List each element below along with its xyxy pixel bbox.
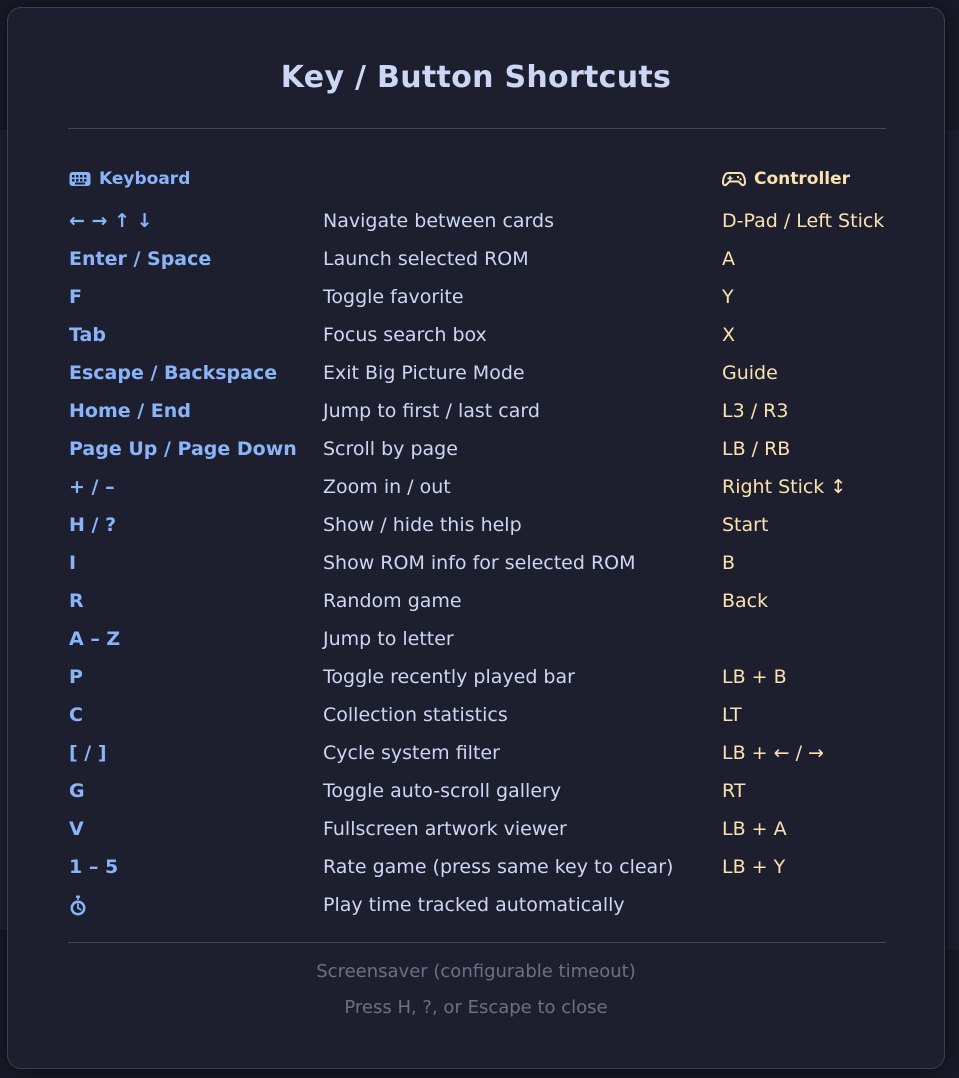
shortcut-key: I: [69, 552, 77, 574]
controller-binding: Back: [722, 590, 769, 612]
shortcut-description: Show / hide this help: [323, 514, 522, 536]
shortcut-key: G: [69, 780, 85, 802]
shortcut-description: Collection statistics: [323, 704, 508, 726]
title-divider: [68, 128, 886, 129]
shortcut-key: R: [69, 590, 84, 612]
footer-divider: [68, 942, 886, 943]
shortcut-description: Zoom in / out: [323, 476, 451, 498]
shortcut-row: H / ? Show / hide this help Start: [8, 508, 944, 546]
background-page-edge-right: [947, 130, 959, 950]
shortcut-row: 1 – 5 Rate game (press same key to clear)…: [8, 850, 944, 888]
shortcut-row: I Show ROM info for selected ROM B: [8, 546, 944, 584]
controller-binding: RT: [722, 780, 746, 802]
shortcut-description: Launch selected ROM: [323, 248, 529, 270]
shortcut-key: + / –: [69, 476, 115, 498]
shortcut-key: P: [69, 666, 83, 688]
shortcut-key: Home / End: [69, 400, 191, 422]
shortcut-row: Home / End Jump to first / last card L3 / …: [8, 394, 944, 432]
controller-column-label: Controller: [754, 169, 851, 189]
shortcut-description: Jump to first / last card: [323, 400, 540, 422]
shortcut-row: + / – Zoom in / out Right Stick ↕: [8, 470, 944, 508]
shortcut-row: V Fullscreen artwork viewer LB + A: [8, 812, 944, 850]
shortcut-key: Escape / Backspace: [69, 362, 278, 384]
shortcut-description: Cycle system filter: [323, 742, 500, 764]
shortcut-description: Jump to letter: [323, 628, 454, 650]
shortcuts-list: ← → ↑ ↓ Navigate between cards D-Pad / Lef…: [8, 204, 944, 926]
shortcut-key: [69, 894, 87, 917]
shortcut-row: Escape / Backspace Exit Big Picture Mode G…: [8, 356, 944, 394]
shortcut-description: Exit Big Picture Mode: [323, 362, 525, 384]
keyboard-icon: [69, 171, 91, 187]
controller-binding: Y: [722, 286, 734, 308]
shortcut-row: R Random game Back: [8, 584, 944, 622]
close-hint: Press H, ?, or Escape to close: [344, 997, 608, 1018]
shortcut-row: P Toggle recently played bar LB + B: [8, 660, 944, 698]
shortcut-row: C Collection statistics LT: [8, 698, 944, 736]
shortcuts-modal: Key / Button Shortcuts Keyboard Controll…: [7, 7, 945, 1069]
shortcut-row: F Toggle favorite Y: [8, 280, 944, 318]
stopwatch-icon: [70, 895, 86, 915]
shortcut-description: Fullscreen artwork viewer: [323, 818, 567, 840]
shortcut-description: Toggle favorite: [323, 286, 464, 308]
controller-binding: LB + Y: [722, 856, 786, 878]
shortcut-key: C: [69, 704, 83, 726]
keyboard-column-label: Keyboard: [99, 169, 191, 189]
shortcut-row: Enter / Space Launch selected ROM A: [8, 242, 944, 280]
shortcut-key: A – Z: [69, 628, 121, 650]
keyboard-column-header: Keyboard: [69, 166, 190, 192]
controller-binding: LB + B: [722, 666, 787, 688]
controller-binding: B: [722, 552, 736, 574]
controller-column-header: Controller: [722, 166, 850, 192]
modal-title: Key / Button Shortcuts: [280, 60, 672, 95]
controller-binding: Start: [722, 514, 769, 536]
controller-binding: LB + ← / →: [722, 742, 824, 764]
shortcut-key: Tab: [69, 324, 106, 346]
shortcut-description: Scroll by page: [323, 438, 458, 460]
shortcut-description: Toggle recently played bar: [323, 666, 575, 688]
shortcut-row: G Toggle auto-scroll gallery RT: [8, 774, 944, 812]
controller-binding: D-Pad / Left Stick: [722, 210, 885, 232]
shortcut-key: H / ?: [69, 514, 117, 536]
shortcut-key: 1 – 5: [69, 856, 119, 878]
shortcut-description: Play time tracked automatically: [323, 894, 625, 916]
screensaver-note: Screensaver (configurable timeout): [316, 961, 636, 982]
shortcut-key: ← → ↑ ↓: [69, 210, 153, 232]
shortcut-key: Enter / Space: [69, 248, 212, 270]
shortcut-row: A – Z Jump to letter: [8, 622, 944, 660]
shortcut-row: ← → ↑ ↓ Navigate between cards D-Pad / Lef…: [8, 204, 944, 242]
controller-binding: A: [722, 248, 735, 270]
shortcut-key: F: [69, 286, 82, 308]
controller-binding: LB / RB: [722, 438, 791, 460]
shortcut-row: Play time tracked automatically: [8, 888, 944, 926]
shortcut-row: Page Up / Page Down Scroll by page LB / RB: [8, 432, 944, 470]
shortcut-description: Focus search box: [323, 324, 487, 346]
controller-binding: Guide: [722, 362, 778, 384]
controller-binding: Right Stick ↕: [722, 476, 847, 498]
controller-binding: LT: [722, 704, 742, 726]
controller-binding: LB + A: [722, 818, 787, 840]
controller-binding: L3 / R3: [722, 400, 789, 422]
shortcut-key: V: [69, 818, 84, 840]
shortcut-description: Random game: [323, 590, 462, 612]
controller-binding: X: [722, 324, 736, 346]
shortcut-description: Toggle auto-scroll gallery: [323, 780, 562, 802]
shortcut-row: Tab Focus search box X: [8, 318, 944, 356]
shortcut-key: Page Up / Page Down: [69, 438, 297, 460]
shortcut-row: [ / ] Cycle system filter LB + ← / →: [8, 736, 944, 774]
shortcut-description: Show ROM info for selected ROM: [323, 552, 636, 574]
gamepad-icon: [722, 170, 746, 188]
shortcut-description: Navigate between cards: [323, 210, 554, 232]
shortcut-key: [ / ]: [69, 742, 107, 764]
shortcut-description: Rate game (press same key to clear): [323, 856, 674, 878]
